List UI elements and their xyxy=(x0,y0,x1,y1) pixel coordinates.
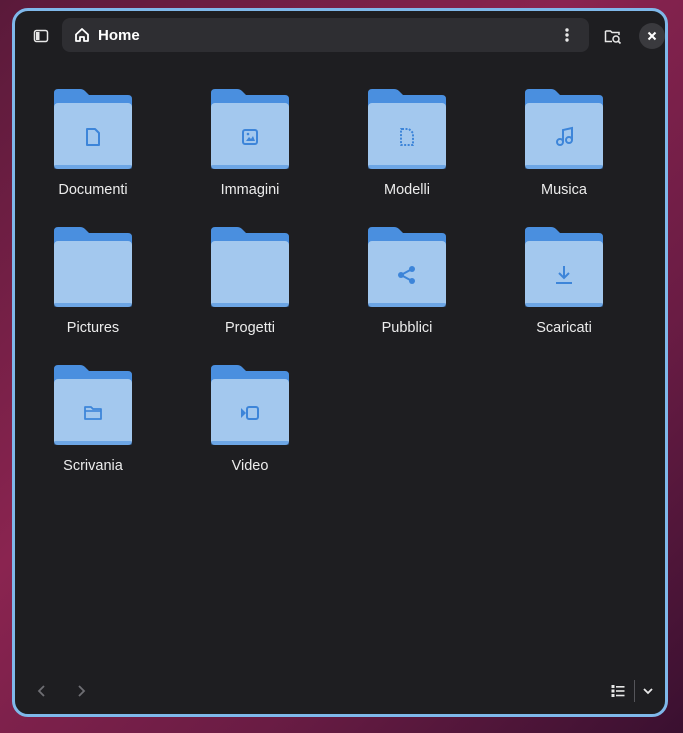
folder-label: Scrivania xyxy=(63,458,123,474)
view-switcher xyxy=(604,677,659,705)
path-location-label[interactable]: Home xyxy=(98,27,140,44)
toggle-sidebar-button[interactable] xyxy=(25,20,57,52)
chevron-down-icon xyxy=(643,688,653,695)
view-separator xyxy=(634,680,635,702)
folder-label: Modelli xyxy=(384,182,430,198)
folder-icon xyxy=(211,227,289,307)
folder-search-icon xyxy=(604,30,622,45)
home-icon xyxy=(74,26,92,44)
path-menu-button[interactable] xyxy=(551,19,583,51)
chevron-left-icon xyxy=(37,685,45,697)
folder-label: Video xyxy=(231,458,269,474)
folder-item-immagini[interactable]: Immagini xyxy=(190,89,310,213)
more-vertical-icon xyxy=(565,28,569,42)
folder-item-musica[interactable]: Musica xyxy=(504,89,624,213)
folder-label: Pubblici xyxy=(381,320,433,336)
list-view-icon xyxy=(611,685,625,697)
header-bar: Home xyxy=(15,11,665,61)
path-bar[interactable]: Home xyxy=(62,18,589,52)
folder-icon xyxy=(525,227,603,307)
folder-icon xyxy=(368,227,446,307)
close-icon xyxy=(647,31,657,41)
folder-label: Documenti xyxy=(58,182,128,198)
list-view-button[interactable] xyxy=(604,677,632,705)
close-button[interactable] xyxy=(639,23,665,49)
folder-item-pictures[interactable]: Pictures xyxy=(33,227,153,351)
folder-item-scrivania[interactable]: Scrivania xyxy=(33,365,153,489)
back-button[interactable] xyxy=(27,676,57,706)
view-options-dropdown[interactable] xyxy=(637,677,659,705)
folder-item-pubblici[interactable]: Pubblici xyxy=(347,227,467,351)
folder-label: Scaricati xyxy=(536,320,592,336)
folder-icon xyxy=(54,227,132,307)
forward-button[interactable] xyxy=(66,676,96,706)
folder-icon xyxy=(368,89,446,169)
folder-icon xyxy=(54,365,132,445)
folder-item-video[interactable]: Video xyxy=(190,365,310,489)
folder-item-progetti[interactable]: Progetti xyxy=(190,227,310,351)
folder-label: Musica xyxy=(541,182,587,198)
folder-item-modelli[interactable]: Modelli xyxy=(347,89,467,213)
file-manager-window: Home Documenti Immagini Modelli Musica P… xyxy=(12,8,668,717)
folder-label: Progetti xyxy=(225,320,275,336)
folder-icon xyxy=(211,365,289,445)
chevron-right-icon xyxy=(78,685,86,697)
folder-label: Immagini xyxy=(220,182,280,198)
search-button[interactable] xyxy=(597,20,629,52)
folder-icon xyxy=(211,89,289,169)
folder-item-documenti[interactable]: Documenti xyxy=(33,89,153,213)
sidebar-icon xyxy=(33,29,49,43)
folder-icon xyxy=(54,89,132,169)
folder-icon xyxy=(525,89,603,169)
folder-label: Pictures xyxy=(66,320,120,336)
folder-item-scaricati[interactable]: Scaricati xyxy=(504,227,624,351)
